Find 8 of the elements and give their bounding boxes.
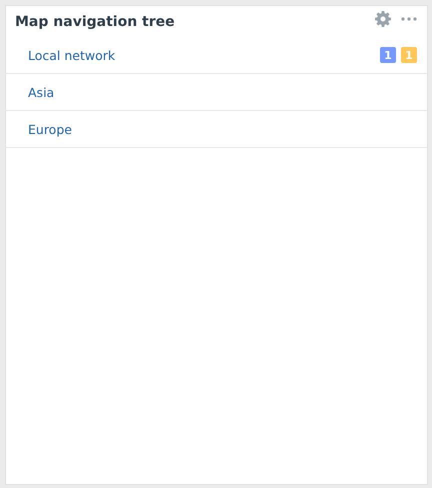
tree-item-link[interactable]: Local network (28, 48, 380, 62)
more-icon[interactable] (401, 16, 417, 20)
count-badge: 1 (380, 47, 396, 63)
tree-item-link[interactable]: Europe (28, 122, 417, 136)
count-badge: 1 (401, 47, 417, 63)
widget-title: Map navigation tree (15, 14, 176, 30)
settings-icon[interactable] (375, 10, 391, 26)
tree-item-link[interactable]: Asia (28, 84, 417, 100)
